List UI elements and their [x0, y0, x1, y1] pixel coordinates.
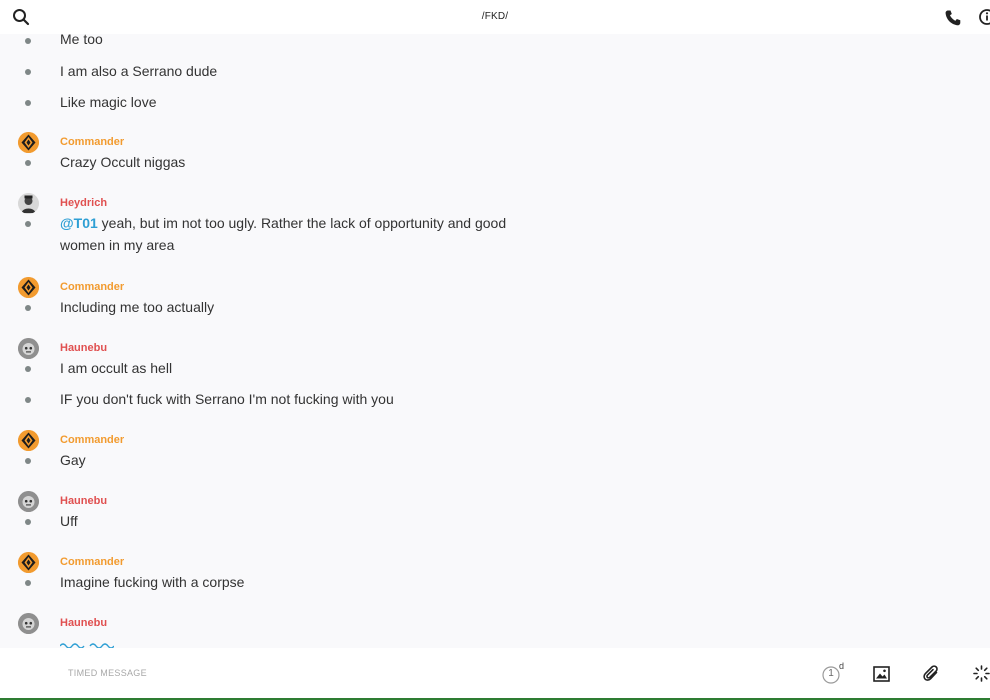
message-list[interactable]: Me too I am also a Serrano dude Like mag… — [0, 34, 990, 648]
message-group[interactable]: Commander Crazy Occult niggas — [0, 132, 990, 177]
paperclip-icon[interactable] — [923, 665, 940, 683]
message-group[interactable]: Haunebu I am occult as hell — [0, 338, 990, 383]
message-bullet — [25, 69, 31, 75]
avatar-commander[interactable] — [18, 277, 39, 298]
avatar-commander[interactable] — [18, 132, 39, 153]
message-group[interactable]: Commander Including me too actually — [0, 277, 990, 322]
message-bullet — [25, 519, 31, 525]
message-text: Imagine fucking with a corpse — [60, 574, 245, 590]
message-bullet — [25, 100, 31, 106]
loading-spinner-icon[interactable] — [973, 665, 990, 682]
message-text: I am also a Serrano dude — [60, 63, 218, 79]
avatar-haunebu[interactable] — [18, 613, 39, 634]
message-author[interactable]: Commander — [60, 434, 124, 446]
message-item[interactable]: Me too — [0, 34, 990, 54]
message-text: Me too — [60, 34, 103, 47]
message-bullet — [25, 397, 31, 403]
message-group[interactable]: Haunebu — [0, 613, 990, 648]
message-item[interactable]: Like magic love — [0, 91, 990, 117]
message-item[interactable]: I am also a Serrano dude — [0, 60, 990, 86]
conversation-title: /FKD/ — [481, 11, 509, 22]
message-author[interactable]: Commander — [60, 136, 124, 148]
message-bullet — [25, 38, 31, 44]
message-text: I am occult as hell — [60, 360, 173, 376]
message-group[interactable]: Heydrich @T01 yeah, but im not too ugly.… — [0, 193, 990, 261]
message-text: Including me too actually — [60, 299, 215, 315]
message-text: Crazy Occult niggas — [60, 154, 186, 170]
message-bullet — [25, 221, 31, 227]
message-text: Like magic love — [60, 94, 157, 110]
avatar-commander[interactable] — [18, 430, 39, 451]
avatar-haunebu[interactable] — [18, 491, 39, 512]
chat-window: /FKD/ Me too I am also a Serrano dude Li… — [0, 0, 990, 700]
user-mention[interactable]: @T01 — [60, 215, 98, 231]
message-author[interactable]: Haunebu — [60, 495, 107, 507]
message-author[interactable]: Haunebu — [60, 342, 107, 354]
message-body: yeah, but im not too ugly. Rather the la… — [60, 215, 507, 253]
message-composer: TIMED MESSAGE 1 d — [0, 648, 990, 698]
message-author[interactable]: Heydrich — [60, 197, 107, 209]
message-text: @T01 yeah, but im not too ugly. Rather t… — [60, 212, 530, 256]
message-group[interactable]: Haunebu Uff — [0, 491, 990, 536]
message-text: IF you don't fuck with Serrano I'm not f… — [60, 391, 394, 407]
truncated-text-icon — [60, 643, 114, 648]
message-author[interactable]: Commander — [60, 556, 124, 568]
message-bullet — [25, 160, 31, 166]
timer-unit: d — [839, 661, 845, 671]
avatar-commander[interactable] — [18, 552, 39, 573]
avatar-haunebu[interactable] — [18, 338, 39, 359]
top-bar: /FKD/ — [0, 0, 990, 34]
image-icon[interactable] — [873, 666, 890, 682]
message-group[interactable]: Commander Gay — [0, 430, 990, 475]
message-bullet — [25, 305, 31, 311]
message-text: Uff — [60, 513, 78, 529]
message-group[interactable]: Commander Imagine fucking with a corpse — [0, 552, 990, 597]
timer-value: 1 — [828, 668, 834, 679]
timed-message-input[interactable]: TIMED MESSAGE — [68, 668, 147, 678]
message-bullet — [25, 580, 31, 586]
phone-icon[interactable] — [944, 9, 962, 27]
message-item[interactable]: IF you don't fuck with Serrano I'm not f… — [0, 388, 990, 414]
avatar-heydrich[interactable] — [18, 193, 39, 214]
message-bullet — [25, 366, 31, 372]
message-author[interactable]: Commander — [60, 281, 124, 293]
message-author[interactable]: Haunebu — [60, 617, 107, 629]
message-bullet — [25, 458, 31, 464]
message-text: Gay — [60, 452, 86, 468]
timer-button[interactable]: 1 d — [822, 661, 848, 684]
info-icon[interactable] — [978, 8, 990, 26]
